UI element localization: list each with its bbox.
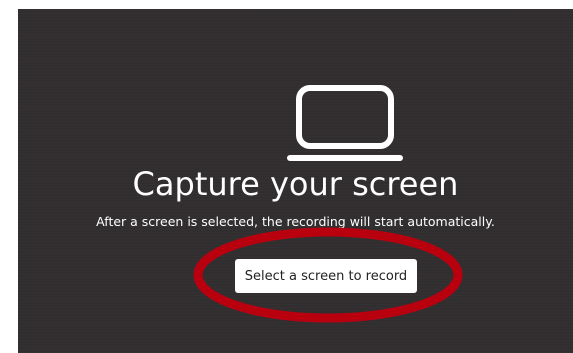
select-screen-button[interactable]: Select a screen to record [235, 259, 417, 293]
laptop-icon [285, 84, 405, 162]
page-title: Capture your screen [132, 165, 459, 203]
capture-panel: Capture your screen After a screen is se… [18, 9, 573, 353]
page-subtitle: After a screen is selected, the recordin… [96, 214, 495, 229]
